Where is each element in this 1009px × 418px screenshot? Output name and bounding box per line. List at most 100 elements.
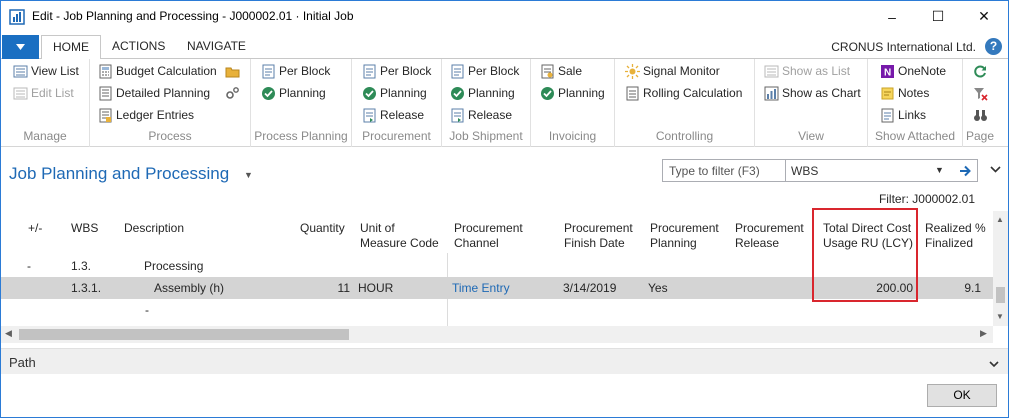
group-label-process: Process: [148, 129, 192, 143]
ledger-entries-button[interactable]: Ledger Entries: [98, 105, 194, 125]
title-bar: Edit - Job Planning and Processing - J00…: [1, 1, 1008, 32]
column-header-procurement-channel[interactable]: Procurement Channel: [454, 221, 523, 251]
show-as-list-button[interactable]: Show as List: [764, 61, 850, 81]
footer: OK: [1, 374, 1008, 417]
note-icon: [880, 86, 895, 101]
column-header-procurement-release[interactable]: Procurement Release: [735, 221, 804, 251]
edit-list-button[interactable]: Edit List: [13, 83, 74, 103]
procurement-planning-button[interactable]: Planning: [362, 83, 427, 103]
find-binoculars-icon[interactable]: [973, 108, 988, 123]
table-row-new[interactable]: -: [1, 299, 993, 321]
apply-filter-arrow-icon[interactable]: [954, 159, 978, 182]
check-circle-icon: [261, 86, 276, 101]
row-procurement-channel-link[interactable]: Time Entry: [452, 281, 510, 295]
refresh-icon[interactable]: [973, 64, 988, 79]
horizontal-scroll-thumb[interactable]: [19, 329, 349, 340]
page-header: Job Planning and Processing ▼ Type to fi…: [1, 147, 1008, 211]
row-toggle[interactable]: -: [27, 259, 31, 273]
group-label-procurement: Procurement: [362, 129, 431, 143]
chevron-down-icon[interactable]: ▼: [244, 170, 253, 180]
check-circle-icon: [540, 86, 555, 101]
detailed-planning-button[interactable]: Detailed Planning: [98, 83, 210, 103]
column-header-unit-of-measure[interactable]: Unit of Measure Code: [360, 221, 439, 251]
column-header-wbs[interactable]: WBS: [71, 221, 98, 236]
filter-info: Filter: J000002.01: [878, 192, 975, 206]
column-header-toggle[interactable]: +/-: [28, 221, 42, 236]
group-label-page: Page: [966, 129, 995, 143]
budget-calculation-button[interactable]: Budget Calculation: [98, 61, 217, 81]
show-as-chart-button[interactable]: Show as Chart: [764, 83, 861, 103]
column-header-quantity[interactable]: Quantity: [300, 221, 345, 236]
scroll-right-icon[interactable]: ▶: [980, 328, 987, 339]
check-circle-icon: [450, 86, 465, 101]
row-quantity: 11: [337, 281, 350, 295]
procurement-release-button[interactable]: Release: [362, 105, 424, 125]
tab-home[interactable]: HOME: [41, 35, 101, 60]
shipment-planning-button[interactable]: Planning: [450, 83, 515, 103]
group-label-controlling: Controlling: [655, 129, 714, 143]
close-button[interactable]: ✕: [961, 1, 1007, 32]
maximize-button[interactable]: ☐: [915, 1, 961, 32]
filter-field-select[interactable]: WBS: [791, 164, 818, 178]
row-description: -: [145, 303, 149, 317]
procurement-per-block-button[interactable]: Per Block: [362, 61, 431, 81]
tab-actions[interactable]: ACTIONS: [101, 35, 176, 59]
filter-input[interactable]: Type to filter (F3): [669, 164, 760, 178]
signal-monitor-button[interactable]: Signal Monitor: [625, 61, 720, 81]
group-invoicing: Sale Planning Invoicing: [531, 59, 615, 147]
per-block-icon: [261, 64, 276, 79]
rolling-calculation-icon: [625, 86, 640, 101]
clear-filter-icon[interactable]: [973, 86, 988, 101]
filter-divider: [785, 160, 786, 181]
group-manage: View List Edit List Manage: [1, 59, 90, 147]
view-list-button[interactable]: View List: [13, 61, 79, 81]
ok-button[interactable]: OK: [927, 384, 997, 407]
group-procurement: Per Block Planning Release Procurement: [352, 59, 442, 147]
notes-button[interactable]: Notes: [880, 83, 929, 103]
company-name[interactable]: CRONUS International Ltd.: [831, 40, 976, 54]
minimize-button[interactable]: –: [869, 1, 915, 32]
folder-icon[interactable]: [225, 64, 240, 79]
process-planning-button[interactable]: Planning: [261, 83, 326, 103]
path-factbox[interactable]: Path: [1, 348, 1008, 374]
column-header-procurement-finish-date[interactable]: Procurement Finish Date: [564, 221, 633, 251]
row-description: Processing: [144, 259, 204, 273]
group-page: Page: [963, 59, 1008, 147]
gears-icon[interactable]: [225, 86, 240, 101]
scroll-down-icon[interactable]: ▼: [996, 312, 1004, 321]
release-icon: [362, 108, 377, 123]
filter-box: Type to filter (F3) WBS ▼: [662, 159, 955, 182]
vertical-scrollbar[interactable]: ▲ ▼: [993, 211, 1008, 326]
chart-icon: [764, 86, 779, 101]
group-process: Budget Calculation Detailed Planning Led…: [90, 59, 251, 147]
tab-navigate[interactable]: NAVIGATE: [176, 35, 257, 59]
vertical-scroll-thumb[interactable]: [996, 287, 1005, 303]
collapse-chevron-icon[interactable]: [990, 164, 1001, 176]
onenote-button[interactable]: N OneNote: [880, 61, 946, 81]
invoicing-planning-button[interactable]: Planning: [540, 83, 605, 103]
scroll-left-icon[interactable]: ◀: [5, 328, 12, 339]
column-header-description[interactable]: Description: [124, 221, 184, 236]
chevron-down-icon[interactable]: ▼: [935, 165, 944, 175]
scroll-up-icon[interactable]: ▲: [996, 215, 1004, 224]
column-header-procurement-planning[interactable]: Procurement Planning: [650, 221, 719, 251]
sale-button[interactable]: Sale: [540, 61, 582, 81]
process-per-block-button[interactable]: Per Block: [261, 61, 330, 81]
rolling-calculation-button[interactable]: Rolling Calculation: [625, 83, 742, 103]
expand-chevron-icon[interactable]: [989, 357, 999, 371]
group-label-show-attached: Show Attached: [874, 129, 956, 143]
shipment-per-block-button[interactable]: Per Block: [450, 61, 519, 81]
group-show-attached: N OneNote Notes Links Show Attached: [868, 59, 963, 147]
links-button[interactable]: Links: [880, 105, 926, 125]
application-menu-button[interactable]: [2, 35, 39, 59]
page-title[interactable]: Job Planning and Processing: [9, 164, 229, 184]
path-label: Path: [9, 355, 36, 370]
shipment-release-button[interactable]: Release: [450, 105, 512, 125]
help-icon[interactable]: ?: [985, 38, 1002, 55]
column-header-realized-finalized[interactable]: Realized % Finalized: [925, 221, 986, 251]
group-label-manage: Manage: [23, 129, 67, 143]
calculator-icon: [98, 64, 113, 79]
window: Edit - Job Planning and Processing - J00…: [0, 0, 1009, 418]
horizontal-scrollbar[interactable]: ◀ ▶: [1, 326, 993, 343]
invoice-icon: [540, 64, 555, 79]
